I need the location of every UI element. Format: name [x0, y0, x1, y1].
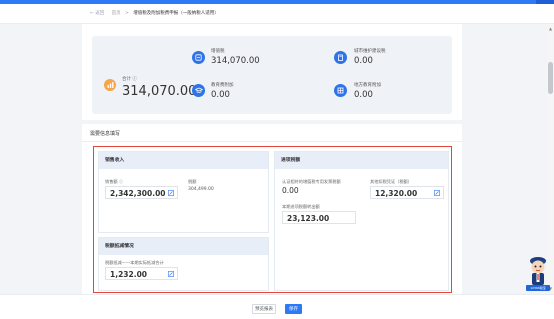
vat-icon	[192, 51, 205, 64]
tax-transfer-label: 本期进项税额转出额	[282, 204, 320, 209]
other-deduction-input[interactable]: 12,320.00	[370, 186, 444, 199]
tax-transfer-input[interactable]: 23,123.00	[282, 211, 356, 224]
certified-tax-label: 认证相符的增值税专用发票税额	[282, 179, 341, 184]
save-button[interactable]: 保存	[285, 304, 302, 314]
total-value: 314,070.00	[122, 84, 197, 99]
breadcrumb: ← 返回 首页 > 增值税及附加税费申报（一般纳税人适用）	[0, 4, 554, 24]
tax-reduction-card: 税额抵减情况 税额抵减——本期实际抵减合计 1,232.00	[98, 237, 269, 291]
tax-item-label: 地方教育附加	[354, 83, 381, 88]
tax-transfer-value: 23,123.00	[287, 214, 330, 223]
highlighted-region: 销售收入 销售额 ⓘ 2,342,300.00 税额 304,499.00 进项…	[93, 146, 452, 293]
edit-icon[interactable]	[434, 190, 440, 196]
graduation-cap-icon	[192, 84, 205, 97]
tax-summary-card: 合计 ⓘ 314,070.00 增值税 314,070.00 城市维护建设税 0…	[92, 36, 452, 114]
action-footer: 预览报表 保存	[0, 294, 554, 319]
tax-item-value: 0.00	[211, 90, 230, 100]
info-entry-panel: 需要信息填写 销售收入 销售额 ⓘ 2,342,300.00 税额 304,49…	[82, 124, 462, 294]
section-title: 需要信息填写	[90, 131, 121, 137]
certified-tax-value: 0.00	[282, 186, 299, 195]
deduction-total-label: 税额抵减——本期实际抵减合计	[105, 260, 164, 265]
tax-item-value: 0.00	[354, 90, 373, 100]
total-label: 合计 ⓘ	[122, 77, 137, 82]
edit-icon[interactable]	[168, 190, 174, 196]
tax-amount-value: 304,499.00	[188, 187, 214, 192]
tax-item-label: 城市维护建设税	[354, 49, 386, 54]
back-link[interactable]: ← 返回	[90, 11, 104, 16]
card-heading: 税额抵减情况	[99, 238, 268, 255]
sales-amount-value: 2,342,300.00	[110, 189, 166, 198]
scroll-up-icon[interactable]: ▲	[548, 26, 553, 31]
edit-icon[interactable]	[168, 271, 174, 277]
tax-item-value: 314,070.00	[211, 56, 260, 66]
breadcrumb-separator: >	[125, 11, 129, 16]
deduction-total-value: 1,232.00	[110, 270, 148, 279]
tax-item-label: 教育费附加	[211, 83, 234, 88]
book-icon	[334, 84, 347, 97]
breadcrumb-current: 增值税及附加税费申报（一般纳税人适用）	[133, 11, 219, 16]
other-deduction-label: 其他扣税凭证（税额）	[370, 179, 412, 184]
tax-item-label: 增值税	[211, 49, 225, 54]
section-divider	[82, 141, 462, 142]
breadcrumb-home[interactable]: 首页	[112, 11, 121, 16]
preview-report-button[interactable]: 预览报表	[252, 304, 276, 314]
building-icon	[334, 51, 347, 64]
mascot-tag[interactable]: 12366税宝	[526, 285, 550, 291]
tax-item-value: 0.00	[354, 56, 373, 66]
bar-chart-icon	[104, 79, 116, 91]
input-tax-card: 进项税额 认证相符的增值税专用发票税额 0.00 其他扣税凭证（税额） 12,3…	[274, 151, 449, 291]
tax-summary-panel: 合计 ⓘ 314,070.00 增值税 314,070.00 城市维护建设税 0…	[82, 24, 462, 120]
scrollbar-thumb[interactable]	[548, 62, 553, 94]
sales-amount-input[interactable]: 2,342,300.00	[105, 186, 178, 199]
deduction-total-input[interactable]: 1,232.00	[105, 267, 178, 280]
sales-amount-label: 销售额 ⓘ	[105, 179, 124, 184]
card-heading: 进项税额	[275, 152, 448, 169]
other-deduction-value: 12,320.00	[375, 189, 418, 198]
tax-amount-label: 税额	[188, 179, 197, 184]
card-heading: 销售收入	[99, 152, 268, 169]
sales-income-card: 销售收入 销售额 ⓘ 2,342,300.00 税额 304,499.00	[98, 151, 269, 233]
